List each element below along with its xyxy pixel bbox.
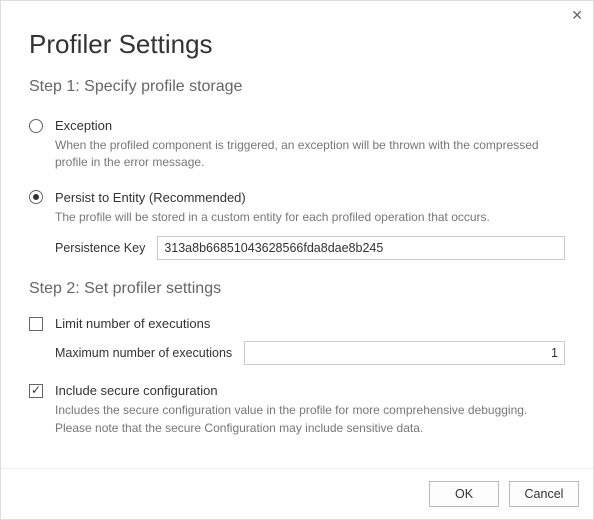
dialog-footer: OK Cancel	[1, 468, 593, 519]
page-title: Profiler Settings	[29, 29, 565, 60]
radio-persist[interactable]	[29, 190, 43, 204]
cancel-button[interactable]: Cancel	[509, 481, 579, 507]
profiler-settings-dialog: ✕ Profiler Settings Step 1: Specify prof…	[0, 0, 594, 520]
ok-button[interactable]: OK	[429, 481, 499, 507]
secure-description: Includes the secure configuration value …	[55, 402, 565, 437]
persist-description: The profile will be stored in a custom e…	[55, 209, 565, 226]
option-secure: Include secure configuration Includes th…	[29, 383, 565, 437]
checkbox-limit-label: Limit number of executions	[55, 316, 210, 331]
persistence-key-input[interactable]	[157, 236, 565, 260]
checkbox-secure[interactable]	[29, 384, 43, 398]
option-persist: Persist to Entity (Recommended) The prof…	[29, 190, 565, 260]
step2-heading: Step 2: Set profiler settings	[29, 280, 565, 298]
close-icon[interactable]: ✕	[571, 7, 583, 24]
radio-exception[interactable]	[29, 119, 43, 133]
max-executions-label: Maximum number of executions	[55, 346, 232, 360]
radio-persist-label: Persist to Entity (Recommended)	[55, 190, 246, 205]
step1-heading: Step 1: Specify profile storage	[29, 78, 565, 96]
radio-exception-label: Exception	[55, 118, 112, 133]
max-executions-input[interactable]	[244, 341, 565, 365]
dialog-content: Profiler Settings Step 1: Specify profil…	[1, 1, 593, 437]
option-exception: Exception When the profiled component is…	[29, 118, 565, 172]
persistence-key-label: Persistence Key	[55, 241, 145, 255]
option-limit: Limit number of executions Maximum numbe…	[29, 316, 565, 365]
checkbox-limit[interactable]	[29, 317, 43, 331]
checkbox-secure-label: Include secure configuration	[55, 383, 218, 398]
exception-description: When the profiled component is triggered…	[55, 137, 565, 172]
